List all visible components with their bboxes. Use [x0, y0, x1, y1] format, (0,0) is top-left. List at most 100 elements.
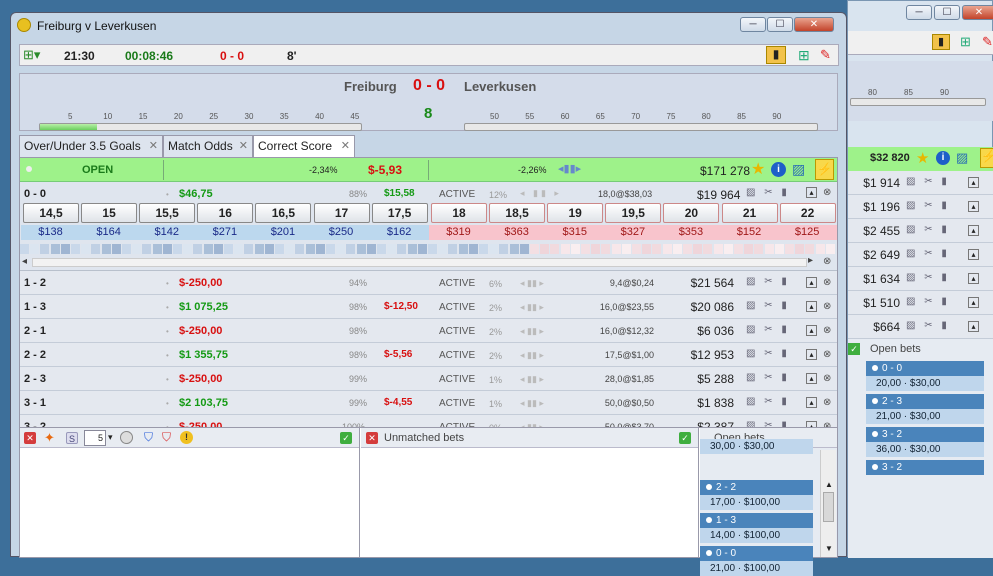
collapse-icon[interactable]: ▴ [968, 225, 979, 236]
collapse-icon[interactable]: ▴ [806, 277, 817, 288]
info-icon[interactable]: i [771, 162, 786, 177]
bg-runner-row[interactable]: $1 634 ▨ ✂ ▮ ▴ [848, 267, 993, 291]
runner-tools-icons[interactable]: ▨ ✂ ▮ [746, 396, 790, 407]
stake-input[interactable]: 5 [84, 430, 106, 446]
bg-runner-tools-icons[interactable]: ▨ ✂ ▮ [906, 248, 950, 259]
bg-close-button[interactable]: ✕ [962, 5, 993, 20]
scroll-thumb[interactable] [823, 492, 834, 522]
shield-red-icon[interactable]: ⛉ [162, 430, 171, 445]
bg-runner-row[interactable]: $1 196 ▨ ✂ ▮ ▴ [848, 195, 993, 219]
confirm-check-icon[interactable]: ✓ [340, 432, 352, 444]
bg-runner-row[interactable]: $664 ▨ ✂ ▮ ▴ [848, 315, 993, 339]
lightning-icon[interactable]: ⚡ [815, 159, 834, 180]
runner-row[interactable]: 1 - 2 • $-250,00 94% ACTIVE 6% ◂ ▮▮ ▸ 9,4@$0,24… [20, 271, 837, 295]
runner-row[interactable]: 2 - 2 • $1 355,75 98% $-5,56 ACTIVE 2% ◂ ▮▮ ▸ 17… [20, 343, 837, 367]
collapse-icon[interactable]: ▴ [968, 297, 979, 308]
ladder-right-arrow-icon[interactable]: ▸ [808, 255, 813, 266]
remove-icon[interactable]: ⊗ [823, 277, 831, 288]
bg-runner-tools-icons[interactable]: ▨ ✂ ▮ [906, 320, 950, 331]
shield-blue-icon[interactable]: ⛉ [144, 430, 153, 445]
bg-runner-tools-icons[interactable]: ▨ ✂ ▮ [906, 176, 950, 187]
pin-icon[interactable]: ✎ [982, 34, 993, 50]
collapse-icon[interactable]: ▴ [806, 397, 817, 408]
collapse-icon[interactable]: ▴ [968, 201, 979, 212]
remove-icon[interactable]: ⊗ [823, 325, 831, 336]
lay-amount[interactable]: $319 [429, 225, 489, 240]
info-icon[interactable]: i [936, 151, 950, 165]
close-button[interactable]: ✕ [794, 17, 834, 32]
collapse-icon[interactable]: ▴ [806, 301, 817, 312]
collapse-icon[interactable]: ▴ [968, 249, 979, 260]
s-icon[interactable]: S [66, 432, 78, 444]
back-price-button[interactable]: 15 [81, 203, 138, 223]
lay-price-button[interactable]: 20 [663, 203, 720, 223]
bg-maximize-button[interactable]: ☐ [934, 5, 960, 20]
runner-row[interactable]: 2 - 3 • $-250,00 99% ACTIVE 1% ◂ ▮▮ ▸ 28,0@$1,8… [20, 367, 837, 391]
bg-open-bet-header[interactable]: 3 - 2 [866, 427, 984, 442]
back-amount[interactable]: $162 [369, 225, 429, 240]
minimize-button[interactable]: ─ [740, 17, 766, 32]
runner-tools-icons[interactable]: ▨ ✂ ▮ [746, 324, 790, 335]
back-price-button[interactable]: 16 [197, 203, 254, 223]
bg-open-bets-checkbox[interactable]: ✓ [848, 343, 860, 355]
bg-runner-tools-icons[interactable]: ▨ ✂ ▮ [906, 200, 950, 211]
lay-price-button[interactable]: 18 [431, 203, 487, 223]
refresh-arrows-icon[interactable]: ◂▮▮▸ [558, 162, 581, 175]
bg-runner-row[interactable]: $2 649 ▨ ✂ ▮ ▴ [848, 243, 993, 267]
bg-open-bet-header[interactable]: 0 - 0 [866, 361, 984, 376]
warning-icon[interactable]: ! [180, 431, 193, 444]
lay-amount[interactable]: $152 [719, 225, 779, 240]
bg-minimize-button[interactable]: ─ [906, 5, 932, 20]
chart-icon[interactable]: ▮ [766, 46, 786, 64]
open-bets-scrollbar[interactable]: ▲ ▼ [820, 450, 836, 557]
cancel-unmatched-icon[interactable]: ✕ [366, 432, 378, 444]
collapse-icon[interactable]: ▴ [968, 273, 979, 284]
bg-runner-row[interactable]: $2 455 ▨ ✂ ▮ ▴ [848, 219, 993, 243]
round-button-icon[interactable] [120, 431, 133, 444]
add-window-icon[interactable]: ⊞ [798, 47, 810, 64]
back-price-button[interactable]: 16,5 [255, 203, 312, 223]
lay-price-button[interactable]: 21 [721, 203, 778, 223]
remove-icon[interactable]: ⊗ [823, 187, 831, 198]
collapse-icon[interactable]: ▴ [806, 349, 817, 360]
tab-correct-score[interactable]: Correct Score ✕ [253, 135, 355, 157]
pin-icon[interactable]: ✎ [820, 47, 831, 63]
bg-runner-tools-icons[interactable]: ▨ ✂ ▮ [906, 272, 950, 283]
lay-price-button[interactable]: 19,5 [605, 203, 662, 223]
lay-price-button[interactable]: 22 [779, 203, 836, 223]
bg-open-bet-header[interactable]: 2 - 3 [866, 394, 984, 409]
scroll-up-icon[interactable]: ▲ [825, 480, 833, 489]
collapse-icon[interactable]: ▴ [968, 321, 979, 332]
star-icon[interactable]: ★ [751, 159, 765, 179]
runner-row[interactable]: 1 - 3 • $1 075,25 98% $-12,50 ACTIVE 2% ◂ ▮▮ ▸ 1… [20, 295, 837, 319]
bg-runner-row[interactable]: $1 510 ▨ ✂ ▮ ▴ [848, 291, 993, 315]
tab-over-under[interactable]: Over/Under 3.5 Goals ✕ [19, 135, 163, 157]
stake-dropdown-icon[interactable]: ▾ [108, 432, 113, 443]
cancel-icon[interactable]: ✕ [24, 432, 36, 444]
runner-tools-icons[interactable]: ▨ ✂ ▮ [746, 372, 790, 383]
lay-amount[interactable]: $125 [777, 225, 837, 240]
fire-icon[interactable]: ✦ [44, 430, 55, 446]
collapse-icon[interactable]: ▴ [806, 187, 817, 198]
back-price-button[interactable]: 17 [313, 203, 370, 223]
ladder-scrollbar[interactable] [32, 258, 807, 267]
back-price-button[interactable]: 17,5 [371, 203, 428, 223]
close-tab-icon[interactable]: ✕ [239, 136, 248, 156]
tab-match-odds[interactable]: Match Odds ✕ [163, 135, 253, 157]
back-price-button[interactable]: 14,5 [23, 203, 79, 223]
remove-icon[interactable]: ⊗ [823, 373, 831, 384]
lay-amount[interactable]: $327 [603, 225, 663, 240]
lay-amount[interactable]: $315 [545, 225, 605, 240]
bg-open-bet-header[interactable]: 3 - 2 [866, 460, 984, 475]
remove-icon[interactable]: ⊗ [823, 301, 831, 312]
runner-tools-icons[interactable]: ▨ ✂ ▮ [746, 276, 790, 287]
runner-tools-icons[interactable]: ▨ ✂ ▮ [746, 300, 790, 311]
lay-amount[interactable]: $353 [661, 225, 721, 240]
open-bet-header[interactable]: 2 - 2 [700, 480, 813, 495]
close-tab-icon[interactable]: ✕ [341, 136, 350, 156]
runner-row[interactable]: 2 - 1 • $-250,00 98% ACTIVE 2% ◂ ▮▮ ▸ 16,0@$12,… [20, 319, 837, 343]
lightning-icon[interactable]: ⚡ [980, 148, 993, 168]
collapse-icon[interactable]: ▴ [806, 325, 817, 336]
collapse-icon[interactable]: ▴ [968, 177, 979, 188]
close-tab-icon[interactable]: ✕ [149, 136, 158, 156]
